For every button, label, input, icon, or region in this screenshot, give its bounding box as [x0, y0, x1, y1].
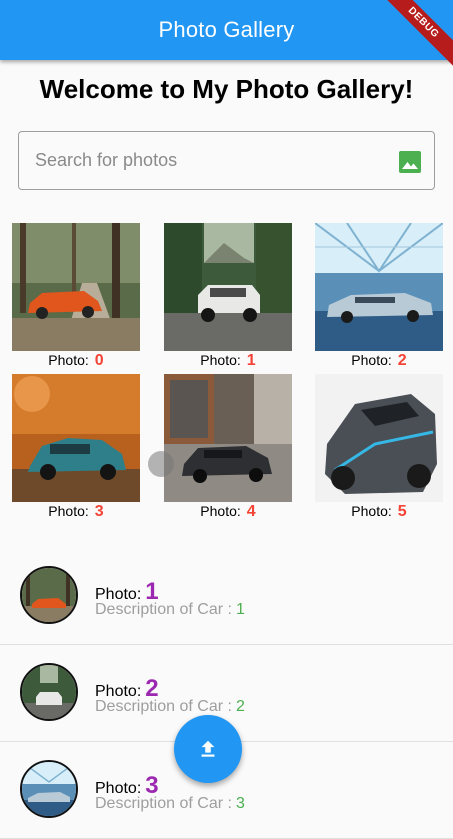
grid-caption-label: Photo: — [48, 503, 89, 519]
photo-car-teal[interactable] — [12, 374, 140, 502]
list-item-description: Description of Car : — [95, 795, 232, 812]
app-bar: Photo Gallery — [0, 0, 453, 60]
photo-car-blue[interactable] — [315, 223, 443, 351]
image-icon[interactable] — [398, 150, 422, 174]
list-item-description-number: 3 — [235, 795, 245, 812]
photo-car-orange — [22, 568, 76, 622]
page-title: Welcome to My Photo Gallery! — [39, 74, 414, 104]
photo-car-blue — [22, 762, 76, 816]
list-item[interactable]: Photo: 1 Description of Car :1 — [0, 548, 453, 645]
upload-icon — [201, 740, 215, 757]
list-item-description-number: 1 — [235, 601, 245, 618]
photo-car-grey[interactable] — [315, 374, 443, 502]
upload-button[interactable] — [174, 715, 242, 783]
grid-caption-number: 4 — [246, 503, 256, 520]
grid-caption-label: Photo: — [200, 352, 241, 368]
app-title: Photo Gallery — [158, 17, 295, 42]
grid-caption-label: Photo: — [351, 503, 392, 519]
photo-jeep-white[interactable] — [164, 223, 292, 351]
list-item-description-number: 2 — [235, 698, 245, 715]
photo-jeep-white — [22, 665, 76, 719]
grid-photo-4[interactable]: Photo: 4 — [164, 374, 292, 521]
grid-caption-number: 0 — [94, 352, 104, 369]
search-field[interactable] — [18, 131, 435, 190]
grid-photo-0[interactable]: Photo: 0 — [12, 223, 140, 370]
list-item-description: Description of Car : — [95, 698, 232, 715]
grid-photo-3[interactable]: Photo: 3 — [12, 374, 140, 521]
grid-caption-number: 2 — [397, 352, 407, 369]
grid-photo-2[interactable]: Photo: 2 — [315, 223, 443, 370]
grid-caption-label: Photo: — [200, 503, 241, 519]
search-input[interactable] — [33, 149, 377, 172]
grid-caption-number: 3 — [94, 503, 104, 520]
grid-caption-label: Photo: — [351, 352, 392, 368]
grid-photo-5[interactable]: Photo: 5 — [315, 374, 443, 521]
list-item-description: Description of Car : — [95, 601, 232, 618]
photo-car-orange[interactable] — [12, 223, 140, 351]
photo-car-dark[interactable] — [164, 374, 292, 502]
avatar — [20, 663, 78, 721]
grid-caption-label: Photo: — [48, 352, 89, 368]
grid-caption-number: 5 — [397, 503, 407, 520]
avatar — [20, 760, 78, 818]
touch-indicator — [148, 451, 174, 477]
grid-caption-number: 1 — [246, 352, 256, 369]
avatar — [20, 566, 78, 624]
grid-photo-1[interactable]: Photo: 1 — [164, 223, 292, 370]
